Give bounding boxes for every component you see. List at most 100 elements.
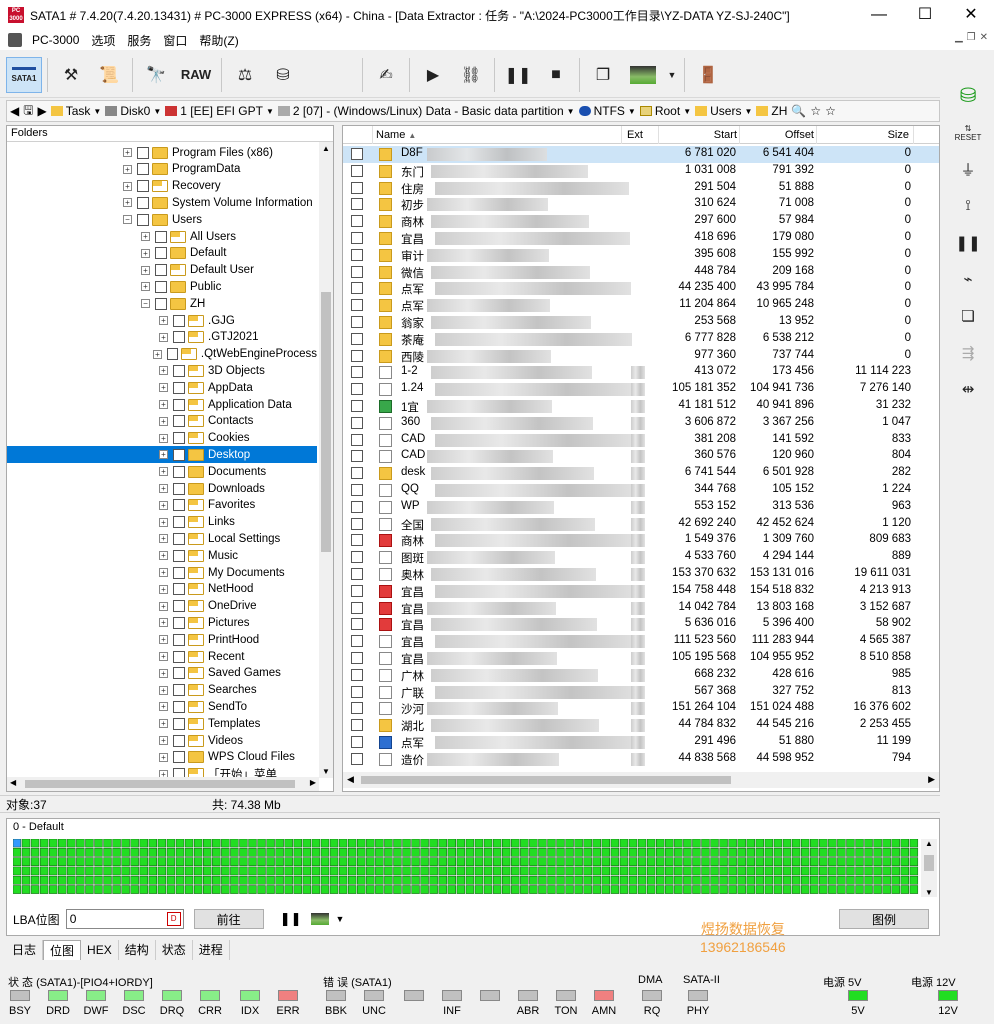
lba-block-cell[interactable] [583,848,592,857]
mdi-restore-icon[interactable]: ❐ [967,32,976,43]
lba-block-cell[interactable] [755,885,765,894]
lba-block-cell[interactable] [447,857,456,866]
lba-block-cell[interactable] [48,866,58,876]
breadcrumb-partition-efi[interactable]: 1 [EE] EFI GPT ▼ [165,104,274,118]
lba-block-cell[interactable] [21,839,31,848]
lba-block-cell[interactable] [556,885,565,894]
lba-block-cell[interactable] [48,839,58,848]
lba-block-cell[interactable] [175,875,185,885]
menu-help[interactable]: 帮助(Z) [193,32,244,49]
row-checkbox[interactable] [351,366,363,379]
lba-block-cell[interactable] [628,857,638,866]
lba-block-cell[interactable] [837,885,846,894]
lba-block-cell[interactable] [610,848,620,857]
lba-block-cell[interactable] [67,866,76,876]
lba-block-cell[interactable] [130,885,139,894]
lba-block-cell[interactable] [610,839,620,848]
lba-block-cell[interactable] [175,857,185,866]
lba-block-cell[interactable] [112,885,121,894]
mdi-close-icon[interactable]: ✕ [980,32,988,43]
lba-block-cell[interactable] [656,875,665,885]
tree-scroll-thumb[interactable] [321,292,331,552]
tree-checkbox[interactable] [173,566,185,579]
lba-block-cell[interactable] [855,857,864,866]
tree-checkbox[interactable] [173,364,185,377]
lba-block-cell[interactable] [402,848,411,857]
lba-block-cell[interactable] [692,875,701,885]
lba-block-cell[interactable] [592,848,601,857]
lba-block-cell[interactable] [819,848,828,857]
lba-block-cell[interactable] [710,885,719,894]
expand-icon[interactable]: + [159,752,168,762]
lba-block-cell[interactable] [737,875,746,885]
tree-item[interactable]: + Application Data [7,396,317,413]
lba-block-cell[interactable] [193,857,203,866]
lba-block-cell[interactable] [683,875,692,885]
lba-block-cell[interactable] [347,885,357,894]
lba-block-cell[interactable] [257,848,266,857]
lba-block-cell[interactable] [701,839,710,848]
lba-block-cell[interactable] [637,848,647,857]
lba-block-cell[interactable] [112,866,121,876]
lba-block-cell[interactable] [529,875,538,885]
lba-block-cell[interactable] [610,885,620,894]
lba-block-cell[interactable] [855,839,864,848]
lba-block-cell[interactable] [810,875,819,885]
lba-block-cell[interactable] [112,839,121,848]
lba-block-cell[interactable] [492,866,502,876]
lba-block-cell[interactable] [420,839,429,848]
lba-block-cell[interactable] [112,857,121,866]
lba-block-cell[interactable] [900,866,909,876]
tree-item[interactable]: + Local Settings [7,530,317,547]
reset-icon[interactable]: ⇅ RESET [951,115,985,151]
lba-block-cell[interactable] [121,857,130,866]
lba-block-cell[interactable] [284,866,293,876]
lba-block-cell[interactable] [357,839,366,848]
table-row[interactable]: 住房 291 504 51 888 0 [343,180,939,197]
forward-arrow-icon[interactable]: ▶ [37,104,46,118]
lba-block-cell[interactable] [248,857,257,866]
lba-block-cell[interactable] [791,875,801,885]
lba-block-cell[interactable] [275,848,284,857]
row-checkbox[interactable] [351,652,363,664]
lba-block-cell[interactable] [121,866,130,876]
table-row[interactable]: 点军 44 235 400 43 995 784 0 [343,280,939,297]
tree-checkbox[interactable] [137,213,149,226]
expand-icon[interactable]: + [159,450,168,460]
lba-block-cell[interactable] [248,839,257,848]
tree-item[interactable]: + .GJG [7,312,317,329]
lba-block-cell[interactable] [665,839,674,848]
lba-block-cell[interactable] [529,866,538,876]
bitmap-view-icon[interactable] [623,57,663,93]
lba-block-cell[interactable] [619,839,629,848]
lba-block-cell[interactable] [746,848,755,857]
table-row[interactable]: 点军 291 496 51 880 11 199 [343,734,939,751]
lba-block-cell[interactable] [782,839,792,848]
lba-block-cell[interactable] [710,839,719,848]
lba-block-cell[interactable] [728,875,737,885]
lba-block-cell[interactable] [230,848,239,857]
row-checkbox[interactable] [351,736,363,748]
lba-block-cell[interactable] [674,839,683,848]
scroll-right-icon[interactable]: ▶ [310,778,316,787]
tree-checkbox[interactable] [173,549,185,562]
lba-block-cell[interactable] [520,857,529,866]
lba-block-cell[interactable] [230,866,239,876]
lba-block-cell[interactable] [121,875,130,885]
lba-block-cell[interactable] [139,885,148,894]
lba-block-cell[interactable] [574,885,583,894]
tree-item[interactable]: − Users [7,211,317,228]
table-row[interactable]: WP 553 152 313 536 963 [343,499,939,516]
lba-block-cell[interactable] [58,848,67,857]
lba-block-cell[interactable] [547,875,556,885]
tree-checkbox[interactable] [155,247,167,260]
lba-block-cell[interactable] [909,848,919,857]
tree-item[interactable]: + Cookies [7,430,317,447]
lba-block-cell[interactable] [474,866,484,876]
lba-block-cell[interactable] [683,848,692,857]
lba-block-cell[interactable] [828,885,837,894]
power-connector-icon[interactable]: ⏚ [951,151,985,187]
lba-block-cell[interactable] [284,857,293,866]
lba-block-cell[interactable] [13,848,22,857]
pause-side-icon[interactable]: ❚❚ [951,225,985,261]
